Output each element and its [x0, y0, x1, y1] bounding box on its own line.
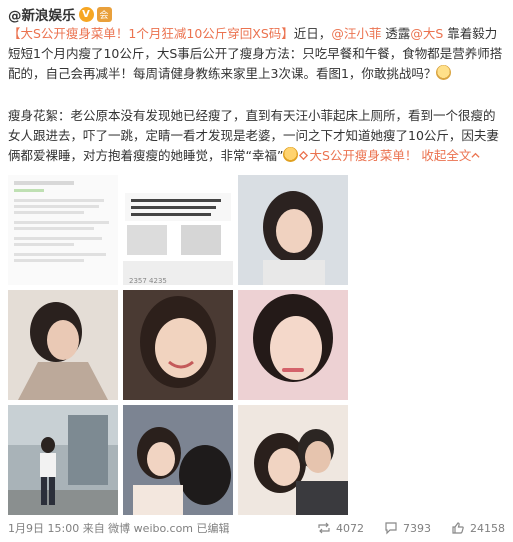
- image-thumbnail-3-portrait[interactable]: [238, 175, 348, 285]
- phone-post-graphic: [123, 175, 233, 285]
- couple-photo-graphic: [238, 405, 348, 515]
- link-chain-icon: [299, 150, 309, 161]
- topic-link[interactable]: 大S公开瘦身菜单！: [298, 148, 417, 163]
- portrait-photo-graphic: [8, 290, 118, 400]
- verified-badge-icon[interactable]: V: [78, 6, 94, 22]
- image-thumbnail-2-phone-post[interactable]: 2357 4235: [123, 175, 233, 285]
- event-photo-graphic: [123, 405, 233, 515]
- post-content: 【大S公开瘦身菜单！1个月狂减10公斤穿回XS码】近日，@汪小菲 透露@大S 靠…: [8, 24, 504, 188]
- collapse-text-label: 收起全文: [421, 148, 472, 163]
- repost-button[interactable]: 4072: [317, 521, 364, 535]
- topic-link-label: 大S公开瘦身菜单！: [309, 148, 418, 163]
- repost-count: 4072: [336, 521, 364, 535]
- text-segment: 透露: [381, 26, 411, 41]
- image-thumbnail-8-event[interactable]: [123, 405, 233, 515]
- repost-icon: [318, 522, 330, 534]
- headline-link[interactable]: 【大S公开瘦身菜单！1个月狂减10公斤穿回XS码】: [8, 26, 294, 41]
- mention-link-wang-xiaofei[interactable]: @汪小菲: [331, 26, 381, 41]
- comment-icon: [385, 522, 397, 535]
- image-thumbnail-4-side-profile[interactable]: [8, 290, 118, 400]
- post-paragraph-1: 【大S公开瘦身菜单！1个月狂减10公斤穿回XS码】近日，@汪小菲 透露@大S 靠…: [8, 24, 504, 84]
- image-thumbnail-1-diet-chat[interactable]: [8, 175, 118, 285]
- image-thumbnail-9-couple[interactable]: [238, 405, 348, 515]
- post-paragraph-2: 瘦身花絮：老公原本没有发现她已经瘦了，直到有天汪小菲起床上厕所，看到一个很瘦的女…: [8, 106, 504, 166]
- chat-screenshot-graphic: [8, 175, 118, 285]
- image-caption: 2357 4235: [129, 277, 167, 285]
- image-thumbnail-5-smiling[interactable]: [123, 290, 233, 400]
- text-segment: 近日，: [293, 26, 332, 41]
- like-count: 24158: [470, 521, 505, 535]
- post-meta: 1月9日 15:00 来自 微博 weibo.com 已编辑: [8, 522, 230, 535]
- collapse-text-link[interactable]: 收起全文: [421, 148, 480, 163]
- comment-count: 7393: [403, 521, 431, 535]
- post-header: @新浪娱乐 V 会: [8, 4, 112, 24]
- portrait-photo-graphic: [123, 290, 233, 400]
- post-footer: 1月9日 15:00 来自 微博 weibo.com 已编辑 4072 7393…: [8, 518, 505, 538]
- pray-emoji-icon: [283, 147, 299, 162]
- doge-emoji-icon: [436, 65, 452, 80]
- chevron-up-icon: [471, 152, 480, 158]
- portrait-photo-graphic: [238, 290, 348, 400]
- image-thumbnail-7-airport[interactable]: [8, 405, 118, 515]
- portrait-photo-graphic: [238, 175, 348, 285]
- post-stats: 4072 7393 24158: [317, 521, 505, 535]
- like-button[interactable]: 24158: [451, 521, 505, 535]
- thumbs-up-icon: [452, 522, 464, 534]
- mention-link-da-s[interactable]: @大S: [410, 26, 443, 41]
- author-name[interactable]: @新浪娱乐: [8, 4, 76, 24]
- image-thumbnail-6-closeup[interactable]: [238, 290, 348, 400]
- street-photo-graphic: [8, 405, 118, 515]
- medal-badge-icon[interactable]: 会: [96, 6, 112, 22]
- comment-button[interactable]: 7393: [384, 521, 431, 535]
- image-grid: 2357 4235: [8, 175, 348, 515]
